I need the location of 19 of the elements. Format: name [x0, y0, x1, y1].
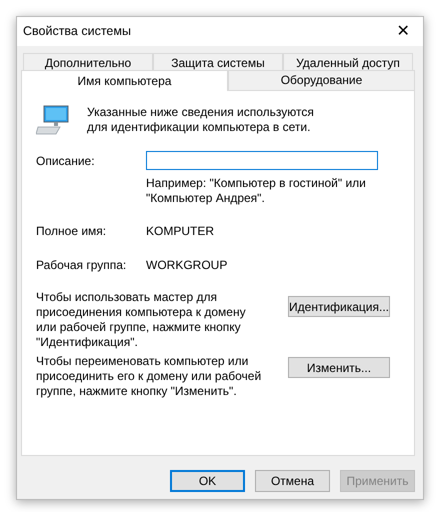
hint-text: Например: "Компьютер в гостиной" или "Компьютер Андрея".	[146, 176, 367, 206]
instruction-text: Чтобы использовать мастер для присоединения компьютера к домену или рабочей группе, нажмите кнопку "Идентификация".	[36, 290, 247, 350]
close-button[interactable]: ✕	[383, 17, 423, 46]
field-value: KOMPUTER	[146, 223, 214, 240]
instruction-text: Чтобы переименовать компьютер или присоединить его к домену или рабочей группе, нажмите кнопку "Изменить".	[36, 354, 262, 399]
action-button[interactable]: Идентификация...	[288, 296, 390, 317]
dialog-button[interactable]: Отмена	[255, 470, 330, 492]
field-value: WORKGROUP	[146, 257, 228, 274]
field-label: Описание:	[36, 152, 96, 170]
tab[interactable]: Оборудование	[228, 70, 415, 90]
intro-text: Указанные ниже сведения используются для идентификации компьютера в сети.	[86, 105, 315, 135]
dialog-button[interactable]: OK	[170, 470, 245, 492]
computer-icon	[36, 105, 70, 135]
field-label: Рабочая группа:	[36, 257, 128, 274]
tab[interactable]: Имя компьютера	[21, 70, 228, 91]
window-title: Свойства системы	[23, 23, 131, 40]
description-field[interactable]	[146, 151, 378, 170]
action-button[interactable]: Изменить...	[288, 357, 390, 378]
field-label: Полное имя:	[36, 223, 108, 240]
